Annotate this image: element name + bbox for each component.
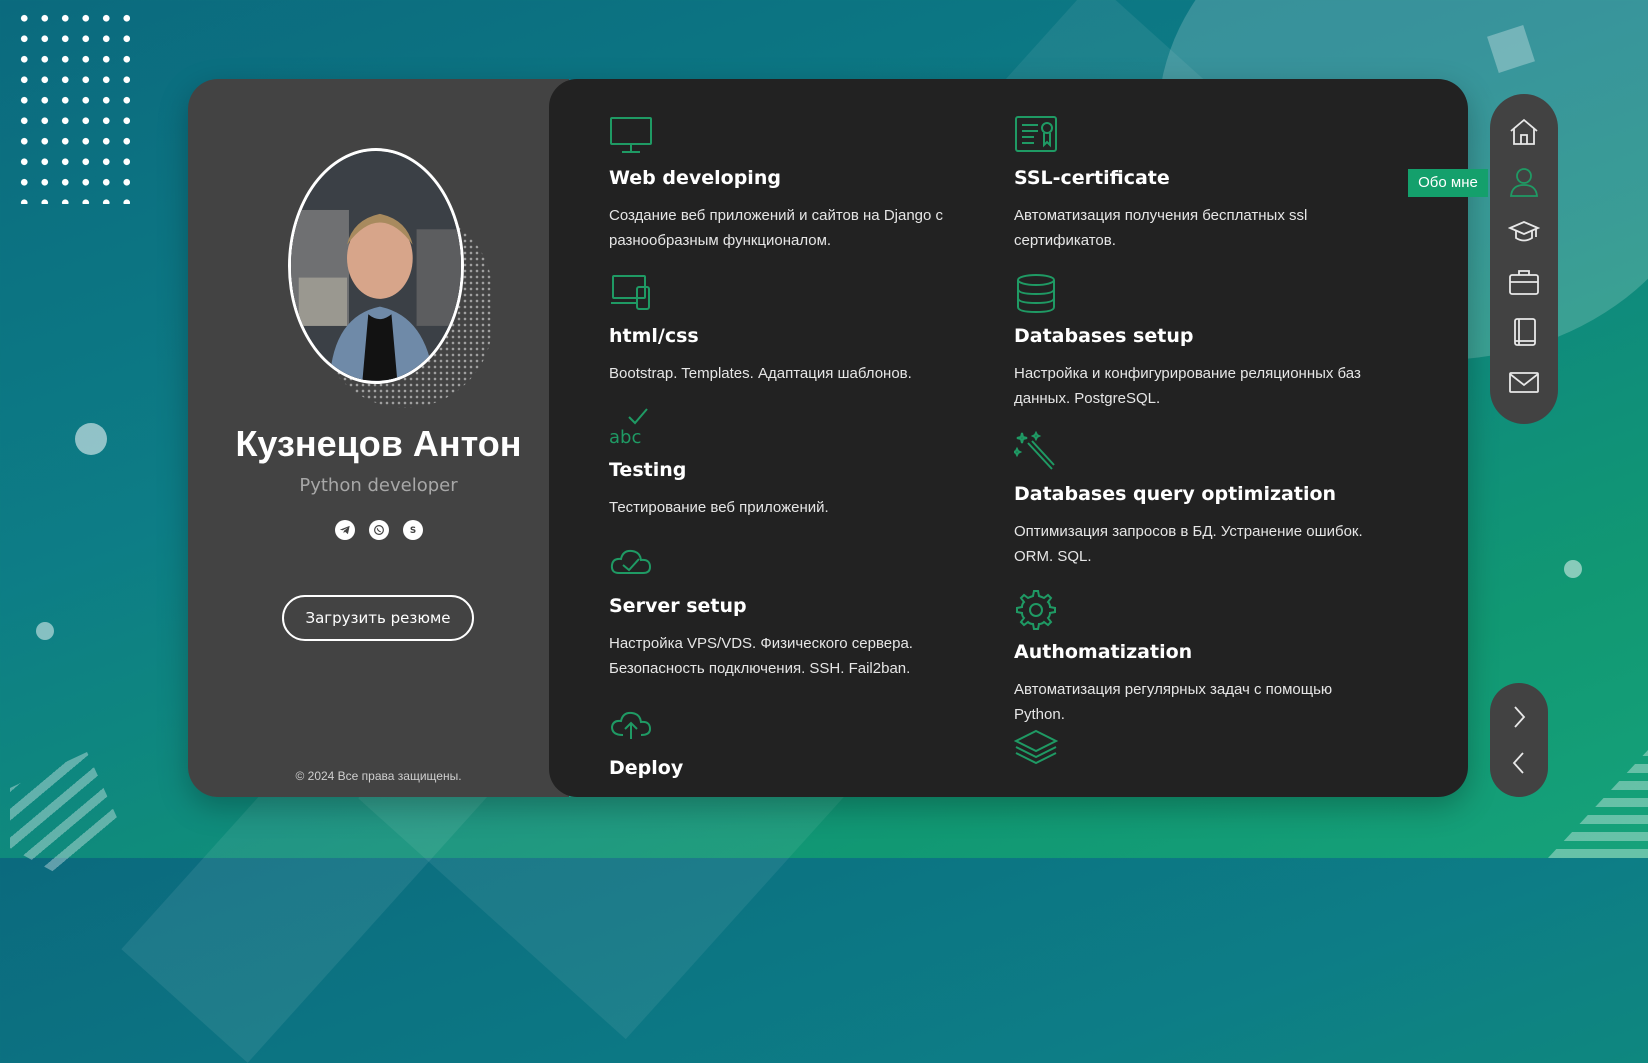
service-description: Bootstrap. Templates. Адаптация шаблонов… xyxy=(609,365,912,382)
database-icon xyxy=(1014,273,1058,315)
service-title: Server setup xyxy=(609,595,747,617)
service-description: Настройка и конфигурирование реляционных… xyxy=(1014,365,1361,407)
avatar-container xyxy=(288,148,493,418)
avatar xyxy=(288,148,464,384)
avatar-photo xyxy=(291,152,461,380)
cloud-check-icon xyxy=(609,543,653,585)
background-stripes xyxy=(10,752,120,872)
service-item: Server setup Настройка VPS/VDS. Физическ… xyxy=(609,543,979,681)
background-dot xyxy=(75,423,107,455)
abc-check-icon: abc xyxy=(609,407,653,449)
user-icon[interactable] xyxy=(1507,166,1541,198)
telegram-icon[interactable] xyxy=(334,520,355,540)
monitor-icon xyxy=(609,115,653,157)
service-description: Оптимизация запросов в БД. Устранение ош… xyxy=(1014,523,1363,565)
service-description: Автоматизация получения бесплатных ssl с… xyxy=(1014,207,1308,249)
profile-panel: Кузнецов Антон Python developer S Загруз… xyxy=(188,79,569,797)
service-item: SSL-certificate Автоматизация получения … xyxy=(1014,115,1384,253)
svg-text:abc: abc xyxy=(609,427,641,448)
layers-icon xyxy=(1013,727,1059,769)
magic-wand-icon xyxy=(1011,430,1058,473)
service-title: Testing xyxy=(609,459,687,481)
social-links: S xyxy=(188,520,569,540)
service-title: Databases query optimization xyxy=(1014,483,1337,505)
side-navigation xyxy=(1490,94,1558,424)
gear-icon xyxy=(1014,589,1058,631)
service-item xyxy=(1013,727,1384,769)
page-pager xyxy=(1490,683,1548,797)
svg-text:S: S xyxy=(409,526,415,536)
background-dots-pattern xyxy=(14,8,130,204)
cloud-upload-icon xyxy=(609,705,653,747)
service-title: Deploy xyxy=(609,757,684,779)
whatsapp-icon[interactable] xyxy=(368,520,389,540)
service-item: Databases setup Настройка и конфигуриров… xyxy=(1014,273,1384,411)
skype-icon[interactable]: S xyxy=(402,520,423,540)
chevron-left-icon[interactable] xyxy=(1505,749,1533,777)
home-icon[interactable] xyxy=(1507,116,1541,148)
service-item: Deploy xyxy=(609,705,979,793)
mail-icon[interactable] xyxy=(1507,366,1541,398)
service-title: Web developing xyxy=(609,167,781,189)
chevron-right-icon[interactable] xyxy=(1505,703,1533,731)
profile-name: Кузнецов Антон xyxy=(235,423,522,464)
service-description: Создание веб приложений и сайтов на Djan… xyxy=(609,207,944,249)
download-resume-button[interactable]: Загрузить резюме xyxy=(282,595,474,641)
briefcase-icon[interactable] xyxy=(1507,266,1541,298)
service-title: SSL-certificate xyxy=(1014,167,1170,189)
service-title: html/css xyxy=(609,325,699,347)
service-item: abc Testing Тестирование веб приложений. xyxy=(609,407,979,520)
services-panel: Web developing Создание веб приложений и… xyxy=(549,79,1468,797)
devices-icon xyxy=(609,273,653,315)
service-description: Настройка VPS/VDS. Физического сервера. … xyxy=(609,635,913,677)
book-icon[interactable] xyxy=(1507,316,1541,348)
graduation-cap-icon[interactable] xyxy=(1507,216,1541,248)
service-item: html/css Bootstrap. Templates. Адаптация… xyxy=(609,273,979,386)
nav-tooltip: Обо мне xyxy=(1408,169,1488,197)
service-title: Authomatization xyxy=(1014,641,1193,663)
service-title: Databases setup xyxy=(1014,325,1194,347)
service-item: Authomatization Автоматизация регулярных… xyxy=(1014,589,1384,727)
service-description: Тестирование веб приложений. xyxy=(609,499,829,516)
service-item: Databases query optimization Оптимизация… xyxy=(1011,430,1384,569)
background-stair-stripes xyxy=(1548,750,1648,858)
background-dot xyxy=(36,622,54,640)
service-item: Web developing Создание веб приложений и… xyxy=(609,115,979,253)
copyright-text: © 2024 Все права защищены. xyxy=(295,769,462,783)
profile-role: Python developer xyxy=(299,475,458,496)
main-card: Кузнецов Антон Python developer S Загруз… xyxy=(188,79,1468,797)
certificate-icon xyxy=(1014,115,1058,157)
service-description: Автоматизация регулярных задач с помощью… xyxy=(1014,681,1333,723)
background-dot xyxy=(1564,560,1582,578)
